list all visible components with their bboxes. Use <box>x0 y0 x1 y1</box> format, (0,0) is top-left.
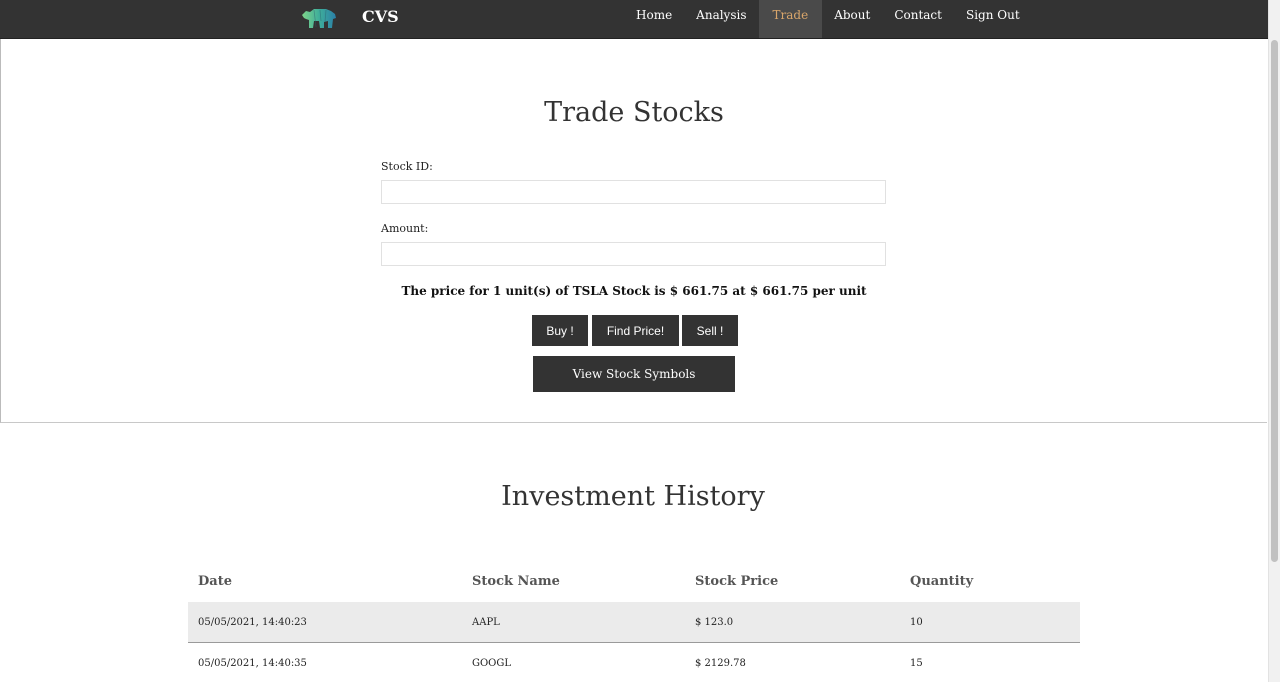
cell-stock-price: $ 123.0 <box>685 602 900 643</box>
column-header-stock-name: Stock Name <box>462 560 685 602</box>
stock-id-input[interactable] <box>381 180 886 204</box>
nav-analysis[interactable]: Analysis <box>684 0 758 38</box>
history-title: Investment History <box>0 481 1266 512</box>
cell-date: 05/05/2021, 14:40:23 <box>188 602 462 643</box>
view-stock-symbols-button[interactable]: View Stock Symbols <box>533 356 735 392</box>
table-row: 05/05/2021, 14:40:35 GOOGL $ 2129.78 15 <box>188 643 1080 683</box>
bear-logo-icon[interactable] <box>300 6 338 30</box>
column-header-date: Date <box>188 560 462 602</box>
cell-stock-name: AAPL <box>462 602 685 643</box>
main-nav: Home Analysis Trade About Contact Sign O… <box>624 0 1032 38</box>
page-scrollbar[interactable] <box>1268 0 1280 682</box>
nav-home[interactable]: Home <box>624 0 684 38</box>
stock-id-label: Stock ID: <box>381 160 433 173</box>
buy-button[interactable]: Buy ! <box>532 315 588 346</box>
brand-name[interactable]: CVS <box>362 7 399 26</box>
sell-button[interactable]: Sell ! <box>682 315 738 346</box>
amount-input[interactable] <box>381 242 886 266</box>
table-header-row: Date Stock Name Stock Price Quantity <box>188 560 1080 602</box>
nav-contact[interactable]: Contact <box>882 0 954 38</box>
find-price-button[interactable]: Find Price! <box>592 315 679 346</box>
nav-sign-out[interactable]: Sign Out <box>954 0 1032 38</box>
cell-quantity: 15 <box>900 643 1080 683</box>
investment-history-table: Date Stock Name Stock Price Quantity 05/… <box>188 560 1080 683</box>
cell-stock-name: GOOGL <box>462 643 685 683</box>
trade-section: Trade Stocks Stock ID: Amount: The price… <box>0 39 1267 423</box>
trade-title: Trade Stocks <box>1 97 1267 128</box>
cell-stock-price: $ 2129.78 <box>685 643 900 683</box>
cell-quantity: 10 <box>900 602 1080 643</box>
table-row: 05/05/2021, 14:40:23 AAPL $ 123.0 10 <box>188 602 1080 643</box>
column-header-stock-price: Stock Price <box>685 560 900 602</box>
price-message: The price for 1 unit(s) of TSLA Stock is… <box>1 284 1267 298</box>
nav-about[interactable]: About <box>822 0 882 38</box>
top-navbar: CVS Home Analysis Trade About Contact Si… <box>0 0 1268 39</box>
cell-date: 05/05/2021, 14:40:35 <box>188 643 462 683</box>
scrollbar-thumb[interactable] <box>1271 40 1278 562</box>
column-header-quantity: Quantity <box>900 560 1080 602</box>
amount-label: Amount: <box>381 222 428 235</box>
nav-trade[interactable]: Trade <box>759 0 823 38</box>
